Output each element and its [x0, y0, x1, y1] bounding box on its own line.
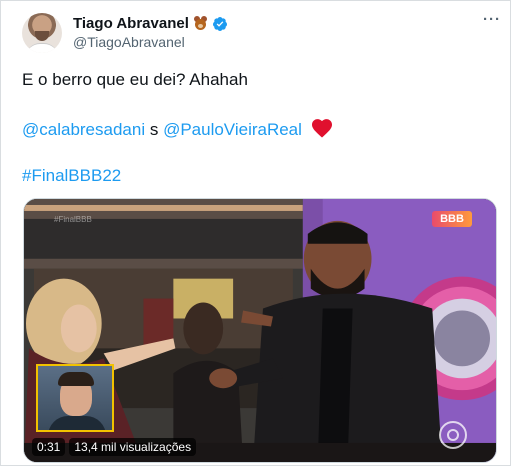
author-handle[interactable]: @TiagoAbravanel: [73, 34, 185, 50]
video-duration: 0:31: [32, 438, 66, 456]
avatar[interactable]: [22, 13, 62, 53]
avatar-shirt: [26, 43, 58, 53]
video-view-count: 13,4 mil visualizações: [69, 438, 197, 456]
hashtag-link[interactable]: #FinalBBB22: [22, 165, 121, 187]
verified-badge-icon: [212, 16, 227, 31]
bbb-logo: BBB: [432, 211, 472, 227]
teddy-bear-icon: [193, 16, 208, 31]
tweet-text-line: E o berro que eu dei? Ahahah: [22, 70, 248, 89]
more-options-icon[interactable]: ···: [483, 11, 501, 28]
red-heart-icon: [311, 119, 332, 138]
author-display-name[interactable]: Tiago Abravanel: [73, 15, 189, 32]
mention-link[interactable]: @calabresadani: [22, 120, 145, 139]
video-player[interactable]: #FinalBBB BBB 0:31 13,4 mil visualizaçõe…: [23, 198, 497, 463]
tweet-mentions-line: @calabresadani s @PauloVieiraReal: [22, 118, 333, 141]
video-info-overlay: 0:31 13,4 mil visualizações: [32, 438, 197, 456]
avatar-beard: [35, 31, 49, 41]
mention-connector: s: [145, 120, 164, 139]
mention-link[interactable]: @PauloVieiraReal: [163, 120, 302, 139]
tweet-card[interactable]: Tiago Abravanel @TiagoAbravanel ··· E o …: [0, 0, 511, 466]
globoplay-logo-icon: [439, 421, 467, 449]
author-name-row[interactable]: Tiago Abravanel: [73, 15, 228, 32]
video-watermark: #FinalBBB: [54, 215, 92, 224]
inset-reaction-video: [36, 364, 114, 432]
